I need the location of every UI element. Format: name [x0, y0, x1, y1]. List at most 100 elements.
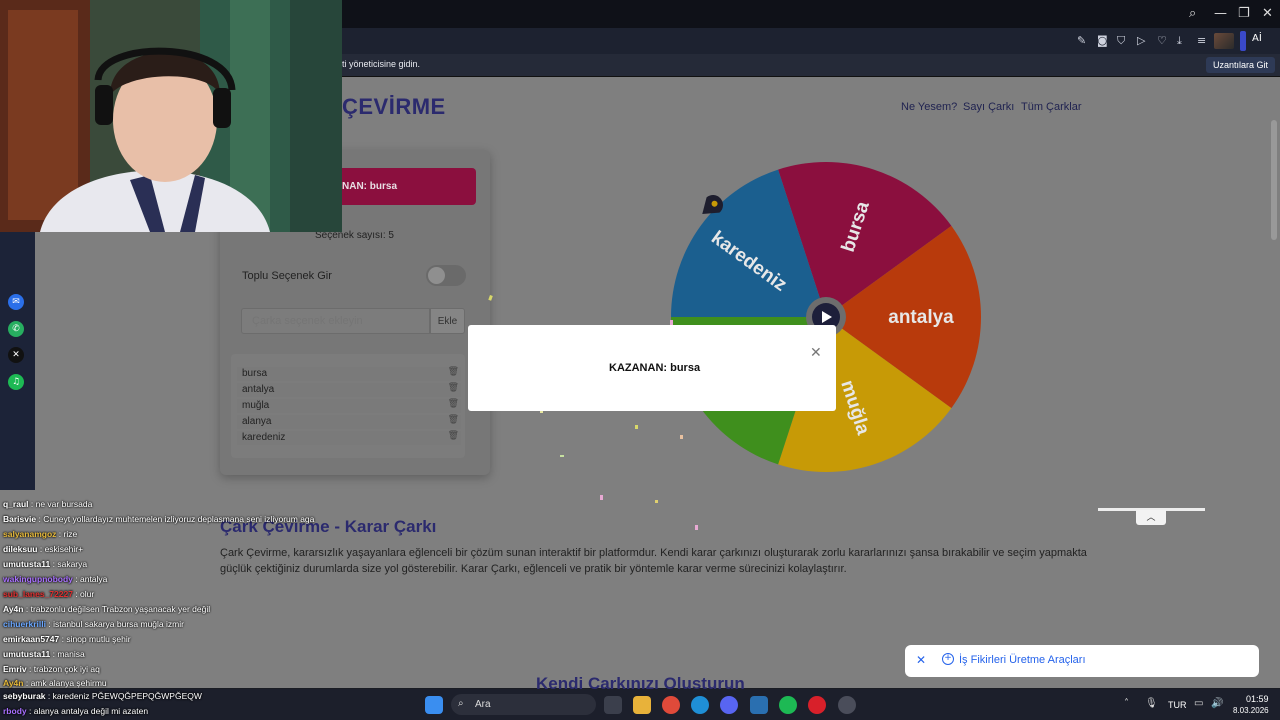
- chat-message: wakingupnobody : antalya: [3, 574, 108, 584]
- play-icon[interactable]: ▷: [1137, 34, 1145, 47]
- chat-user: emirkaan5747: [3, 634, 60, 644]
- bulk-entry-label: Toplu Seçenek Gir: [242, 270, 332, 282]
- clock-time[interactable]: 01:59: [1246, 694, 1269, 704]
- chat-text: trabzonlu değilsen Trabzon yaşanacak yer…: [30, 604, 211, 614]
- chat-text: olur: [80, 589, 95, 599]
- chat-user: rbody: [3, 706, 27, 716]
- chat-text: manisa: [57, 649, 85, 659]
- obs-icon[interactable]: [838, 696, 856, 714]
- close-icon[interactable]: ✕: [810, 345, 822, 361]
- site-logo[interactable]: ÇEVİRME: [342, 94, 446, 120]
- trash-icon[interactable]: 🗑: [448, 431, 459, 441]
- chat-text: sakarya: [57, 559, 88, 569]
- minimize-icon[interactable]: —: [1214, 6, 1227, 21]
- list-item: muğla 🗑: [237, 399, 461, 413]
- trash-icon[interactable]: 🗑: [448, 399, 459, 409]
- wheel-label: antalya: [888, 307, 954, 328]
- chat-text: trabzon çok iyi aq: [33, 664, 100, 674]
- option-label: alanya: [242, 416, 272, 427]
- network-icon[interactable]: ▭: [1194, 698, 1203, 709]
- opera-gx-icon[interactable]: [808, 696, 826, 714]
- extensions-button[interactable]: Uzantılara Git: [1206, 57, 1276, 73]
- chat-user: sebyburak: [3, 691, 46, 701]
- trash-icon[interactable]: 🗑: [448, 367, 459, 377]
- chat-user: cihuerkrilli: [3, 619, 46, 629]
- list-item: bursa 🗑: [237, 367, 461, 381]
- task-view-icon[interactable]: [604, 696, 622, 714]
- search-icon[interactable]: ⌕: [1189, 6, 1196, 21]
- chat-user: umutusta11: [3, 649, 51, 659]
- chat-message: salyanamgoz : rize: [3, 529, 78, 539]
- trash-icon[interactable]: 🗑: [448, 415, 459, 425]
- chat-user: Emriv: [3, 664, 27, 674]
- chevron-up-icon[interactable]: ˄: [1124, 698, 1129, 709]
- toast-link[interactable]: İş Fikirleri Üretme Araçları: [959, 654, 1086, 666]
- heart-icon[interactable]: ♡: [1157, 34, 1167, 47]
- chat-user: Ay4n: [3, 678, 24, 688]
- chat-text: antalya: [79, 574, 108, 584]
- chat-message: cihuerkrilli : istanbul sakarya bursa mu…: [3, 619, 184, 629]
- spotify-icon[interactable]: [779, 696, 797, 714]
- chat-user: Ay4n: [3, 604, 24, 614]
- nav-ne-yesem[interactable]: Ne Yesem?: [901, 101, 957, 113]
- scrollbar[interactable]: [1271, 120, 1277, 240]
- ai-button[interactable]: Aİ: [1252, 33, 1262, 44]
- chat-message: rbody : alanya antalya değil mi azaten: [3, 706, 149, 716]
- option-label: karedeniz: [242, 432, 286, 443]
- chat-message: emirkaan5747 : sinop mutlu şehir: [3, 634, 131, 644]
- chat-user: sub_lanes_72227: [3, 589, 73, 599]
- info-bar-text: ti yöneticisine gidin.: [342, 59, 421, 69]
- x-icon[interactable]: ✕: [8, 347, 24, 363]
- chat-text: rize: [63, 529, 78, 539]
- app-icon[interactable]: [750, 696, 768, 714]
- chat-user: q_raul: [3, 499, 29, 509]
- nav-sayi-carki[interactable]: Sayı Çarkı: [963, 101, 1014, 113]
- stream-chat: q_raul : ne var bursada Barisvie : Cuney…: [0, 484, 314, 689]
- clock-date[interactable]: 8.03.2026: [1233, 706, 1269, 715]
- chat-text: ne var bursada: [35, 499, 93, 509]
- chat-text: istanbul sakarya bursa muğla izmir: [53, 619, 184, 629]
- spotify-icon[interactable]: ♫: [8, 374, 24, 390]
- nav-tum-carklar[interactable]: Tüm Çarklar: [1021, 101, 1082, 113]
- windows-start-icon[interactable]: [425, 696, 443, 714]
- close-icon[interactable]: ✕: [916, 653, 926, 667]
- chat-message: Ay4n : amk alanya şehirmu: [3, 678, 107, 688]
- search-icon: ⌕: [458, 698, 464, 709]
- profile-avatar[interactable]: [1214, 33, 1234, 49]
- edit-icon[interactable]: ✎: [1077, 34, 1086, 47]
- discord-icon[interactable]: [720, 696, 738, 714]
- file-explorer-icon[interactable]: [633, 696, 651, 714]
- chat-user: umutusta11: [3, 559, 51, 569]
- toggle-knob: [428, 267, 445, 284]
- chevron-up-icon[interactable]: ︿: [1136, 510, 1166, 525]
- download-icon[interactable]: ⤓: [1177, 34, 1182, 48]
- edge-icon[interactable]: [691, 696, 709, 714]
- chat-text: amk alanya şehirmu: [30, 678, 107, 688]
- shield-icon[interactable]: ⛉: [1117, 34, 1125, 48]
- list-item: antalya 🗑: [237, 383, 461, 397]
- whatsapp-icon[interactable]: ✆: [8, 321, 24, 337]
- chat-message: umutusta11 : sakarya: [3, 559, 88, 569]
- taskbar-search-text: Ara: [475, 699, 491, 710]
- microphone-icon[interactable]: 🎙: [1145, 698, 1158, 709]
- option-input[interactable]: [241, 308, 430, 334]
- chrome-icon[interactable]: [662, 696, 680, 714]
- winner-banner: NAN: bursa: [342, 168, 476, 205]
- add-option-button[interactable]: Ekle: [430, 308, 465, 334]
- close-window-icon[interactable]: ✕: [1262, 6, 1273, 21]
- trash-icon[interactable]: 🗑: [448, 383, 459, 393]
- chat-text: alanya antalya değil mi azaten: [33, 706, 149, 716]
- messenger-icon[interactable]: ✉: [8, 294, 24, 310]
- section-description: Çark Çevirme, kararsızlık yaşayanlara eğ…: [220, 547, 1087, 575]
- taskbar-search[interactable]: [451, 694, 596, 715]
- language-indicator[interactable]: TUR: [1168, 700, 1187, 710]
- restore-icon[interactable]: ❐: [1238, 6, 1250, 21]
- chat-message: dileksuu : eskisehir+: [3, 544, 84, 554]
- chat-text: Cuneyt yollardayız muhtemelen izliyoruz …: [43, 514, 315, 524]
- list-item: alanya 🗑: [237, 415, 461, 429]
- camera-icon[interactable]: ◙: [1097, 34, 1108, 47]
- menu-icon[interactable]: ≡: [1197, 34, 1206, 47]
- chat-text: karedeniz PĞEWQĞPEPQĞWPĞEQW: [52, 691, 202, 701]
- chat-message: sebyburak : karedeniz PĞEWQĞPEPQĞWPĞEQW: [3, 691, 202, 701]
- volume-icon[interactable]: 🔊: [1211, 698, 1223, 709]
